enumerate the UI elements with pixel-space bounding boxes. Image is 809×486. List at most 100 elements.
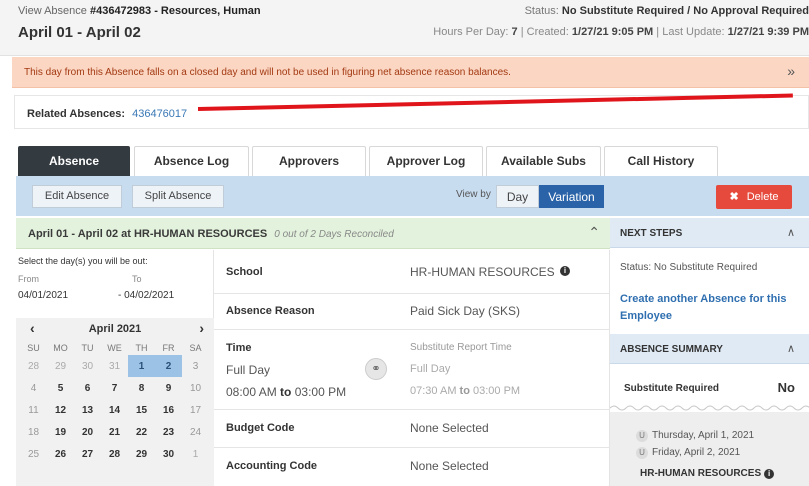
calendar-day-selected[interactable]: 2 xyxy=(155,355,182,377)
tab-approvers[interactable]: Approvers xyxy=(252,146,366,176)
summary-day-2: U Friday, April 2, 2021 xyxy=(636,447,740,459)
absence-id-line: View Absence #436472983 - Resources, Hum… xyxy=(18,5,261,17)
info-icon[interactable]: i xyxy=(764,469,775,479)
calendar-day[interactable]: 20 xyxy=(74,421,101,443)
chevron-up-icon[interactable]: ∧ xyxy=(787,342,795,355)
time-range: 08:00 AM to 03:00 PM xyxy=(226,385,346,399)
double-chevron-down-icon[interactable]: » xyxy=(787,63,795,79)
calendar-day[interactable]: 27 xyxy=(74,443,101,465)
calendar-day[interactable]: 17 xyxy=(182,399,209,421)
tab-approver-log[interactable]: Approver Log xyxy=(369,146,483,176)
tab-available-subs[interactable]: Available Subs xyxy=(486,146,601,176)
calendar-day[interactable]: 1 xyxy=(182,443,209,465)
split-absence-button[interactable]: Split Absence xyxy=(132,185,224,208)
calendar-day[interactable]: 15 xyxy=(128,399,155,421)
reconciled-count: 0 out of 2 Days Reconciled xyxy=(274,229,394,240)
accounting-code-label: Accounting Code xyxy=(226,460,318,472)
view-by-label: View by xyxy=(456,189,491,200)
calendar-day[interactable]: 29 xyxy=(128,443,155,465)
calendar-day[interactable]: 8 xyxy=(128,377,155,399)
calendar-day[interactable]: 4 xyxy=(20,377,47,399)
related-absence-link[interactable]: 436476017 xyxy=(132,108,187,120)
calendar-day[interactable]: 26 xyxy=(47,443,74,465)
calendar-day[interactable]: 11 xyxy=(20,399,47,421)
calendar-day[interactable]: 28 xyxy=(101,443,128,465)
chevron-right-icon[interactable]: › xyxy=(199,320,204,336)
date-prompt: Select the day(s) you will be out: xyxy=(18,256,148,266)
time-end: 03:00 PM xyxy=(294,385,347,399)
tab-absence[interactable]: Absence xyxy=(18,146,130,176)
weekday-header: TH xyxy=(135,342,148,353)
calendar-day[interactable]: 7 xyxy=(101,377,128,399)
budget-code-value[interactable]: None Selected xyxy=(410,421,489,435)
created-label: | Created: xyxy=(520,26,569,38)
sub-time-start: 07:30 AM xyxy=(410,385,457,397)
calendar-day[interactable]: 29 xyxy=(47,355,74,377)
next-steps-header[interactable]: NEXT STEPS ∧ xyxy=(610,218,809,248)
calendar-day-selected[interactable]: 1 xyxy=(128,355,155,377)
delete-button[interactable]: ✖ Delete xyxy=(716,185,792,209)
calendar-day[interactable]: 22 xyxy=(128,421,155,443)
calendar-day[interactable]: 21 xyxy=(101,421,128,443)
calendar-grid: SU MO TU WE TH FR SA 28 29 30 31 1 2 3 4… xyxy=(20,340,209,465)
calendar-day[interactable]: 23 xyxy=(155,421,182,443)
calendar-day[interactable]: 24 xyxy=(182,421,209,443)
view-day-button[interactable]: Day xyxy=(496,185,539,208)
calendar-day[interactable]: 14 xyxy=(101,399,128,421)
tab-call-history[interactable]: Call History xyxy=(604,146,718,176)
status-line: Status: No Substitute Required / No Appr… xyxy=(525,5,809,17)
accounting-row: Accounting Code None Selected xyxy=(214,448,610,486)
tab-absence-log[interactable]: Absence Log xyxy=(134,146,249,176)
to-label: To xyxy=(132,274,142,284)
calendar-day[interactable]: 6 xyxy=(74,377,101,399)
calendar-day[interactable]: 19 xyxy=(47,421,74,443)
time-to: to xyxy=(280,385,292,399)
view-variation-button[interactable]: Variation xyxy=(539,185,604,208)
school-value: HR-HUMAN RESOURCES xyxy=(410,265,555,279)
view-absence-label: View Absence xyxy=(18,5,87,17)
absence-summary-header[interactable]: ABSENCE SUMMARY ∧ xyxy=(610,334,809,364)
created-value: 1/27/21 9:05 PM xyxy=(571,26,654,38)
calendar-day[interactable]: 25 xyxy=(20,443,47,465)
calendar-day[interactable]: 18 xyxy=(20,421,47,443)
wavy-divider xyxy=(610,405,809,411)
calendar-day[interactable]: 5 xyxy=(47,377,74,399)
delete-label: Delete xyxy=(746,191,779,203)
sub-time-end: 03:00 PM xyxy=(473,385,521,397)
edit-absence-button[interactable]: Edit Absence xyxy=(32,185,122,208)
calendar-day[interactable]: 30 xyxy=(74,355,101,377)
school-label: School xyxy=(226,266,263,278)
calendar-day[interactable]: 28 xyxy=(20,355,47,377)
link-icon[interactable]: ⚭ xyxy=(365,358,387,380)
create-absence-link[interactable]: Create another Absence for this Employee xyxy=(620,291,795,325)
absence-meta: Hours Per Day: 7 | Created: 1/27/21 9:05… xyxy=(433,26,809,38)
double-chevron-up-icon[interactable]: ⌃ xyxy=(588,224,600,241)
calendar-day[interactable]: 3 xyxy=(182,355,209,377)
time-start: 08:00 AM xyxy=(226,385,277,399)
time-label: Time xyxy=(226,342,252,354)
info-icon[interactable]: i xyxy=(560,266,570,276)
weekday-header: WE xyxy=(107,342,122,353)
from-date[interactable]: 04/01/2021 xyxy=(18,290,68,301)
calendar-day[interactable]: 12 xyxy=(47,399,74,421)
calendar-day[interactable]: 10 xyxy=(182,377,209,399)
calendar-day[interactable]: 30 xyxy=(155,443,182,465)
from-label: From xyxy=(18,274,39,284)
absence-header: View Absence #436472983 - Resources, Hum… xyxy=(0,0,809,56)
calendar-day[interactable]: 16 xyxy=(155,399,182,421)
sub-time-to: to xyxy=(459,385,470,397)
chevron-up-icon[interactable]: ∧ xyxy=(787,226,795,239)
to-date[interactable]: - 04/02/2021 xyxy=(118,290,174,301)
absence-details: School HR-HUMAN RESOURCES i Absence Reas… xyxy=(214,250,610,486)
time-row: Time Full Day 08:00 AM to 03:00 PM ⚭ Sub… xyxy=(214,330,610,410)
absence-reason-value: Paid Sick Day (SKS) xyxy=(410,304,521,318)
calendar-day[interactable]: 9 xyxy=(155,377,182,399)
sub-report-time-label: Substitute Report Time xyxy=(410,342,512,353)
accounting-code-value[interactable]: None Selected xyxy=(410,459,489,473)
hours-label: Hours Per Day: xyxy=(433,26,509,38)
calendar-day[interactable]: 31 xyxy=(101,355,128,377)
hours-value: 7 xyxy=(511,26,518,38)
absence-section-header: April 01 - April 02 at HR-HUMAN RESOURCE… xyxy=(16,218,610,249)
updated-value: 1/27/21 9:39 PM xyxy=(727,26,809,38)
calendar-day[interactable]: 13 xyxy=(74,399,101,421)
